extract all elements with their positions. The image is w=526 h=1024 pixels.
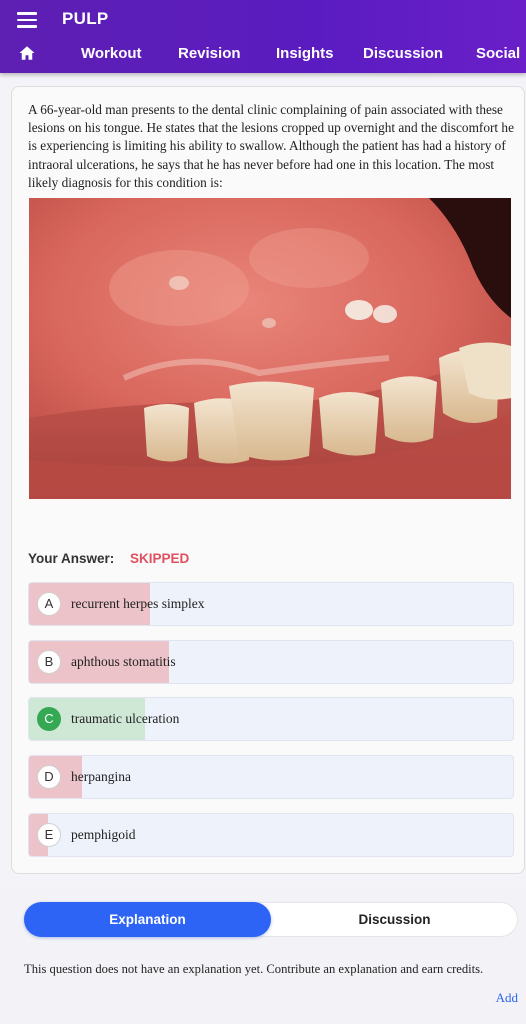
your-answer-value: SKIPPED <box>130 551 190 566</box>
option-c[interactable]: C traumatic ulceration <box>28 697 514 741</box>
tab-explanation[interactable]: Explanation <box>24 902 271 937</box>
option-a-letter: A <box>37 592 61 616</box>
tab-revision[interactable]: Revision <box>178 45 241 62</box>
option-d-letter: D <box>37 765 61 789</box>
option-b-text: aphthous stomatitis <box>71 654 176 669</box>
your-answer-label: Your Answer: <box>28 551 115 566</box>
option-a[interactable]: A recurrent herpes simplex <box>28 582 514 626</box>
option-a-text: recurrent herpes simplex <box>71 596 205 611</box>
home-icon[interactable] <box>18 44 36 62</box>
tab-social[interactable]: Social <box>476 45 520 62</box>
tab-discussion-bottom[interactable]: Discussion <box>271 902 518 937</box>
option-c-letter: C <box>37 707 61 731</box>
tab-workout[interactable]: Workout <box>81 45 142 62</box>
app-bar: PULP Workout Revision Insights Discussio… <box>0 0 526 73</box>
app-title: PULP <box>62 9 109 28</box>
question-text: A 66-year-old man presents to the dental… <box>28 102 514 190</box>
hamburger-menu-icon[interactable] <box>17 12 37 28</box>
no-explanation-text: This question does not have an explanati… <box>24 962 484 976</box>
option-b[interactable]: B aphthous stomatitis <box>28 640 514 684</box>
add-explanation-link[interactable]: Add <box>496 990 518 1006</box>
tab-discussion[interactable]: Discussion <box>363 45 443 62</box>
your-answer-row: Your Answer: SKIPPED <box>28 551 189 566</box>
tab-insights[interactable]: Insights <box>276 45 334 62</box>
option-d-text: herpangina <box>71 769 131 784</box>
option-e-letter: E <box>37 823 61 847</box>
option-b-letter: B <box>37 650 61 674</box>
option-d[interactable]: D herpangina <box>28 755 514 799</box>
option-e[interactable]: E pemphigoid <box>28 813 514 857</box>
option-e-text: pemphigoid <box>71 827 136 842</box>
option-c-text: traumatic ulceration <box>71 711 180 726</box>
question-image <box>29 198 511 499</box>
